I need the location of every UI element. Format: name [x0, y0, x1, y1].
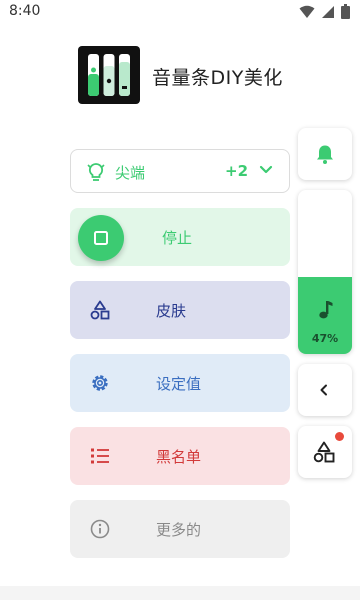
settings-label: 设定值 [156, 375, 202, 393]
stop-card[interactable]: 停止 [70, 208, 290, 266]
preset-dropdown[interactable]: 尖端 +2 [70, 149, 290, 193]
status-icons [299, 4, 350, 19]
skin-card[interactable]: 皮肤 [70, 281, 290, 339]
stop-button[interactable] [78, 215, 124, 261]
notification-dot [335, 432, 344, 441]
signal-icon [322, 5, 334, 18]
equalizer-sliders-logo [88, 54, 130, 96]
app-title: 音量条DIY美化 [152, 67, 283, 89]
chevron-left-icon [320, 384, 327, 396]
app-logo [78, 46, 140, 104]
music-note-icon [319, 301, 333, 319]
skin-label: 皮肤 [156, 302, 187, 320]
collapse-button[interactable] [298, 364, 352, 416]
list-icon [91, 448, 109, 464]
skin-shortcut-button[interactable] [298, 426, 352, 478]
volume-slider[interactable]: 47% [298, 190, 352, 354]
stop-icon [94, 231, 108, 245]
settings-card[interactable]: 设定值 [70, 354, 290, 412]
shapes-icon [90, 300, 110, 320]
blacklist-card[interactable]: 黑名单 [70, 427, 290, 485]
battery-icon [341, 4, 350, 19]
volume-percent: 47% [311, 332, 339, 345]
bell-icon [317, 145, 333, 164]
preset-label: 尖端 [115, 164, 146, 182]
blacklist-label: 黑名单 [156, 448, 202, 466]
more-label: 更多的 [156, 521, 202, 539]
preset-count: +2 [225, 162, 249, 180]
chevron-down-icon [259, 165, 273, 174]
info-icon [90, 519, 110, 539]
status-bar: 8:40 [0, 0, 360, 26]
lightbulb-icon [87, 163, 105, 181]
more-card[interactable]: 更多的 [70, 500, 290, 558]
gear-icon [92, 375, 108, 391]
shapes-icon [313, 441, 335, 463]
status-time: 8:40 [9, 3, 41, 19]
wifi-icon [299, 5, 315, 18]
notification-button[interactable] [298, 128, 352, 180]
stop-label: 停止 [162, 229, 193, 247]
bottom-bar [0, 586, 360, 600]
